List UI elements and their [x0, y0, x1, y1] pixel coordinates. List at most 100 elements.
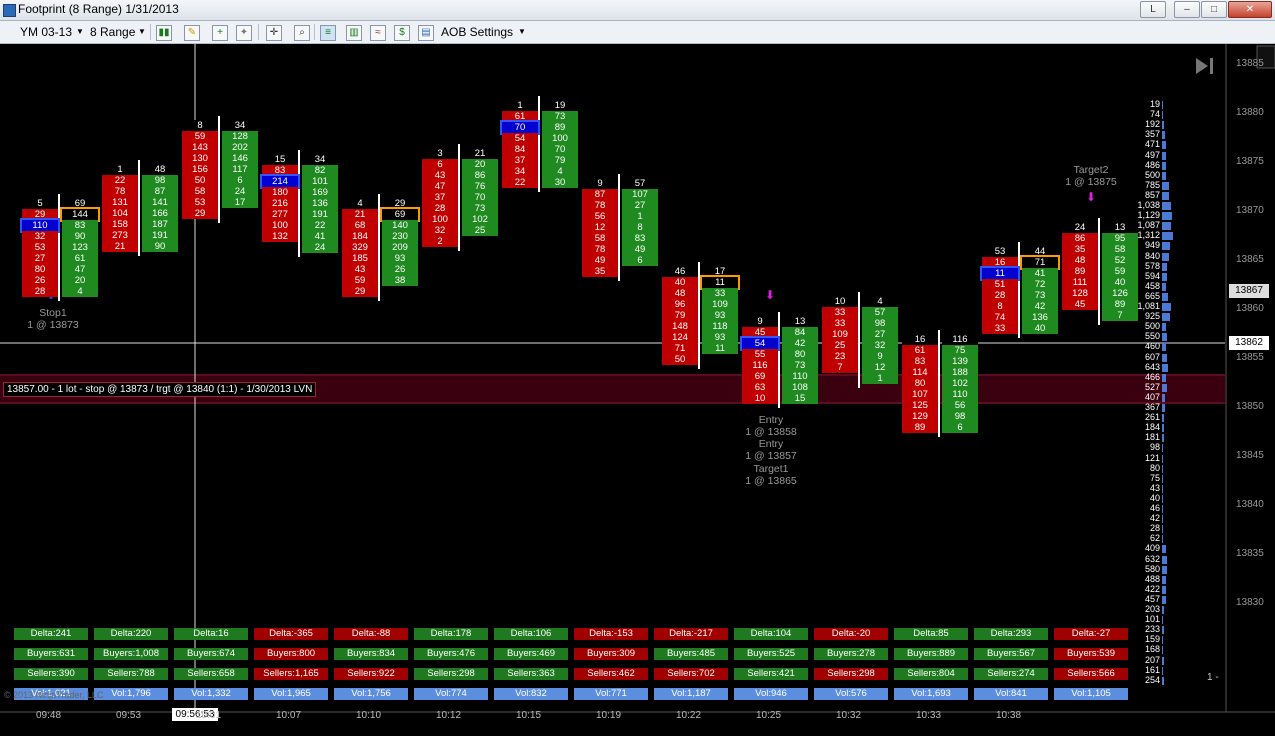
volume-cell: Vol:841: [974, 688, 1048, 700]
buy-volume-cell: 110: [942, 389, 978, 400]
sell-volume-cell: 79: [662, 310, 698, 321]
sellers-cell: Sellers:566: [1054, 668, 1128, 680]
volume-profile-label: 488: [1144, 573, 1160, 584]
sell-volume-cell: 87: [582, 189, 618, 200]
sell-volume-cell: 58: [182, 186, 218, 197]
buy-volume-cell: 191: [142, 230, 178, 241]
sell-volume-cell: 100: [422, 214, 458, 225]
buy-volume-cell: 27: [862, 329, 898, 340]
chevron-down-icon[interactable]: ▼: [76, 24, 84, 40]
buy-volume-cell: 73: [462, 203, 498, 214]
maximize-button[interactable]: □: [1201, 1, 1227, 18]
buy-volume-cell: 41: [302, 231, 338, 242]
sell-volume-cell: 5: [22, 198, 58, 209]
dollar-icon[interactable]: $: [394, 25, 410, 41]
delta-cell: Delta:-153: [574, 628, 648, 640]
sell-volume-cell: 184: [342, 231, 378, 242]
volume-cell: Vol:1,756: [334, 688, 408, 700]
delta-cell: Delta:85: [894, 628, 968, 640]
chart-trader-icon[interactable]: ≈: [370, 25, 386, 41]
buy-volume-cell: 21: [462, 148, 498, 159]
buy-volume-cell: 32: [862, 340, 898, 351]
volume-profile-label: 101: [1144, 614, 1160, 625]
period-selector[interactable]: 8 Range: [90, 24, 135, 40]
sell-volume-cell: 89: [1062, 266, 1098, 277]
sell-volume-cell: 40: [662, 277, 698, 288]
bar-wick: [138, 160, 140, 256]
buy-volume-cell: 29: [382, 198, 418, 209]
sell-volume-cell: 277: [262, 209, 298, 220]
bar-style-icon[interactable]: ▮▮: [156, 25, 172, 41]
properties-icon[interactable]: ▤: [418, 25, 434, 41]
chevron-down-icon[interactable]: ▼: [518, 24, 526, 40]
buy-volume-cell: 90: [142, 241, 178, 252]
buy-volume-cell: 86: [462, 170, 498, 181]
volume-profile-bar: [1162, 303, 1171, 311]
price-axis-label: 13885: [1236, 58, 1264, 69]
buy-volume-cell: 98: [142, 175, 178, 186]
volume-profile-bar: [1162, 222, 1171, 231]
order-icon[interactable]: ▥: [346, 25, 362, 41]
volume-cell: Vol:576: [814, 688, 888, 700]
volume-profile-bar: [1162, 575, 1166, 584]
zoom-icon[interactable]: ⌕: [294, 25, 310, 41]
minimize-button[interactable]: ‒: [1174, 1, 1200, 18]
crosshair-icon[interactable]: ✛: [266, 25, 282, 41]
volume-profile-bar: [1162, 505, 1163, 513]
volume-profile-label: 254: [1144, 674, 1160, 685]
sell-volume-cell: 32: [422, 225, 458, 236]
dom-icon[interactable]: ≡: [320, 25, 336, 41]
buy-volume-cell: 70: [462, 192, 498, 203]
volume-profile-label: 643: [1144, 361, 1160, 372]
volume-profile-bar: [1162, 565, 1167, 574]
bar-wick: [298, 150, 300, 257]
strategy-icon[interactable]: ✦: [236, 25, 252, 41]
volume-profile-label: 857: [1144, 189, 1160, 200]
buy-volume-cell: 93: [702, 310, 738, 321]
pencil-icon[interactable]: ✎: [184, 25, 200, 41]
bar-wick: [938, 330, 940, 437]
sellers-cell: Sellers:363: [494, 668, 568, 680]
scroll-end-icon[interactable]: [1196, 58, 1208, 74]
footprint-chart[interactable]: 13857.00 - 1 lot - stop @ 13873 / trgt @…: [0, 44, 1275, 736]
volume-profile-bar: [1162, 636, 1163, 645]
add-indicator-icon[interactable]: +: [212, 25, 228, 41]
sell-volume-cell: 32: [22, 231, 58, 242]
volume-profile-bar: [1162, 101, 1163, 109]
buy-volume-cell: 102: [462, 214, 498, 225]
toolbar-separator: [150, 24, 151, 40]
instrument-selector[interactable]: YM 03-13: [20, 24, 72, 40]
buy-volume-cell: 56: [942, 400, 978, 411]
volume-profile-bar: [1162, 181, 1169, 190]
volume-profile-label: 497: [1144, 149, 1160, 160]
help-button[interactable]: L: [1140, 1, 1166, 18]
volume-profile-label: 457: [1144, 593, 1160, 604]
buy-volume-cell: 79: [542, 155, 578, 166]
sell-volume-cell: 16: [982, 257, 1018, 268]
sell-volume-cell: 111: [1062, 277, 1098, 288]
volume-profile-bar: [1162, 323, 1166, 332]
sell-volume-cell: 273: [102, 230, 138, 241]
volume-profile-bar: [1162, 151, 1166, 160]
buy-volume-cell: 76: [462, 181, 498, 192]
sell-volume-cell: 2: [422, 236, 458, 247]
aob-settings-menu[interactable]: AOB Settings: [441, 24, 513, 40]
buy-volume-cell: 100: [542, 133, 578, 144]
volume-profile-label: 458: [1144, 280, 1160, 291]
chevron-down-icon[interactable]: ▼: [138, 24, 146, 40]
sell-volume-cell: 129: [902, 411, 938, 422]
sell-volume-cell: 80: [902, 378, 938, 389]
sell-volume-cell: 48: [662, 288, 698, 299]
volume-profile-bar: [1162, 202, 1171, 210]
price-axis-label: 13835: [1236, 548, 1264, 559]
sell-volume-cell: 10: [742, 393, 778, 404]
close-button[interactable]: ✕: [1228, 1, 1272, 18]
buy-volume-cell: 83: [62, 220, 98, 231]
buy-volume-cell: 118: [702, 321, 738, 332]
sell-volume-cell: 158: [102, 219, 138, 230]
sell-volume-cell: 4: [342, 198, 378, 209]
volume-profile-label: 1,312: [1137, 230, 1160, 241]
buy-volume-cell: 70: [542, 144, 578, 155]
sellers-cell: Sellers:298: [814, 668, 888, 680]
delta-cell: Delta:220: [94, 628, 168, 640]
